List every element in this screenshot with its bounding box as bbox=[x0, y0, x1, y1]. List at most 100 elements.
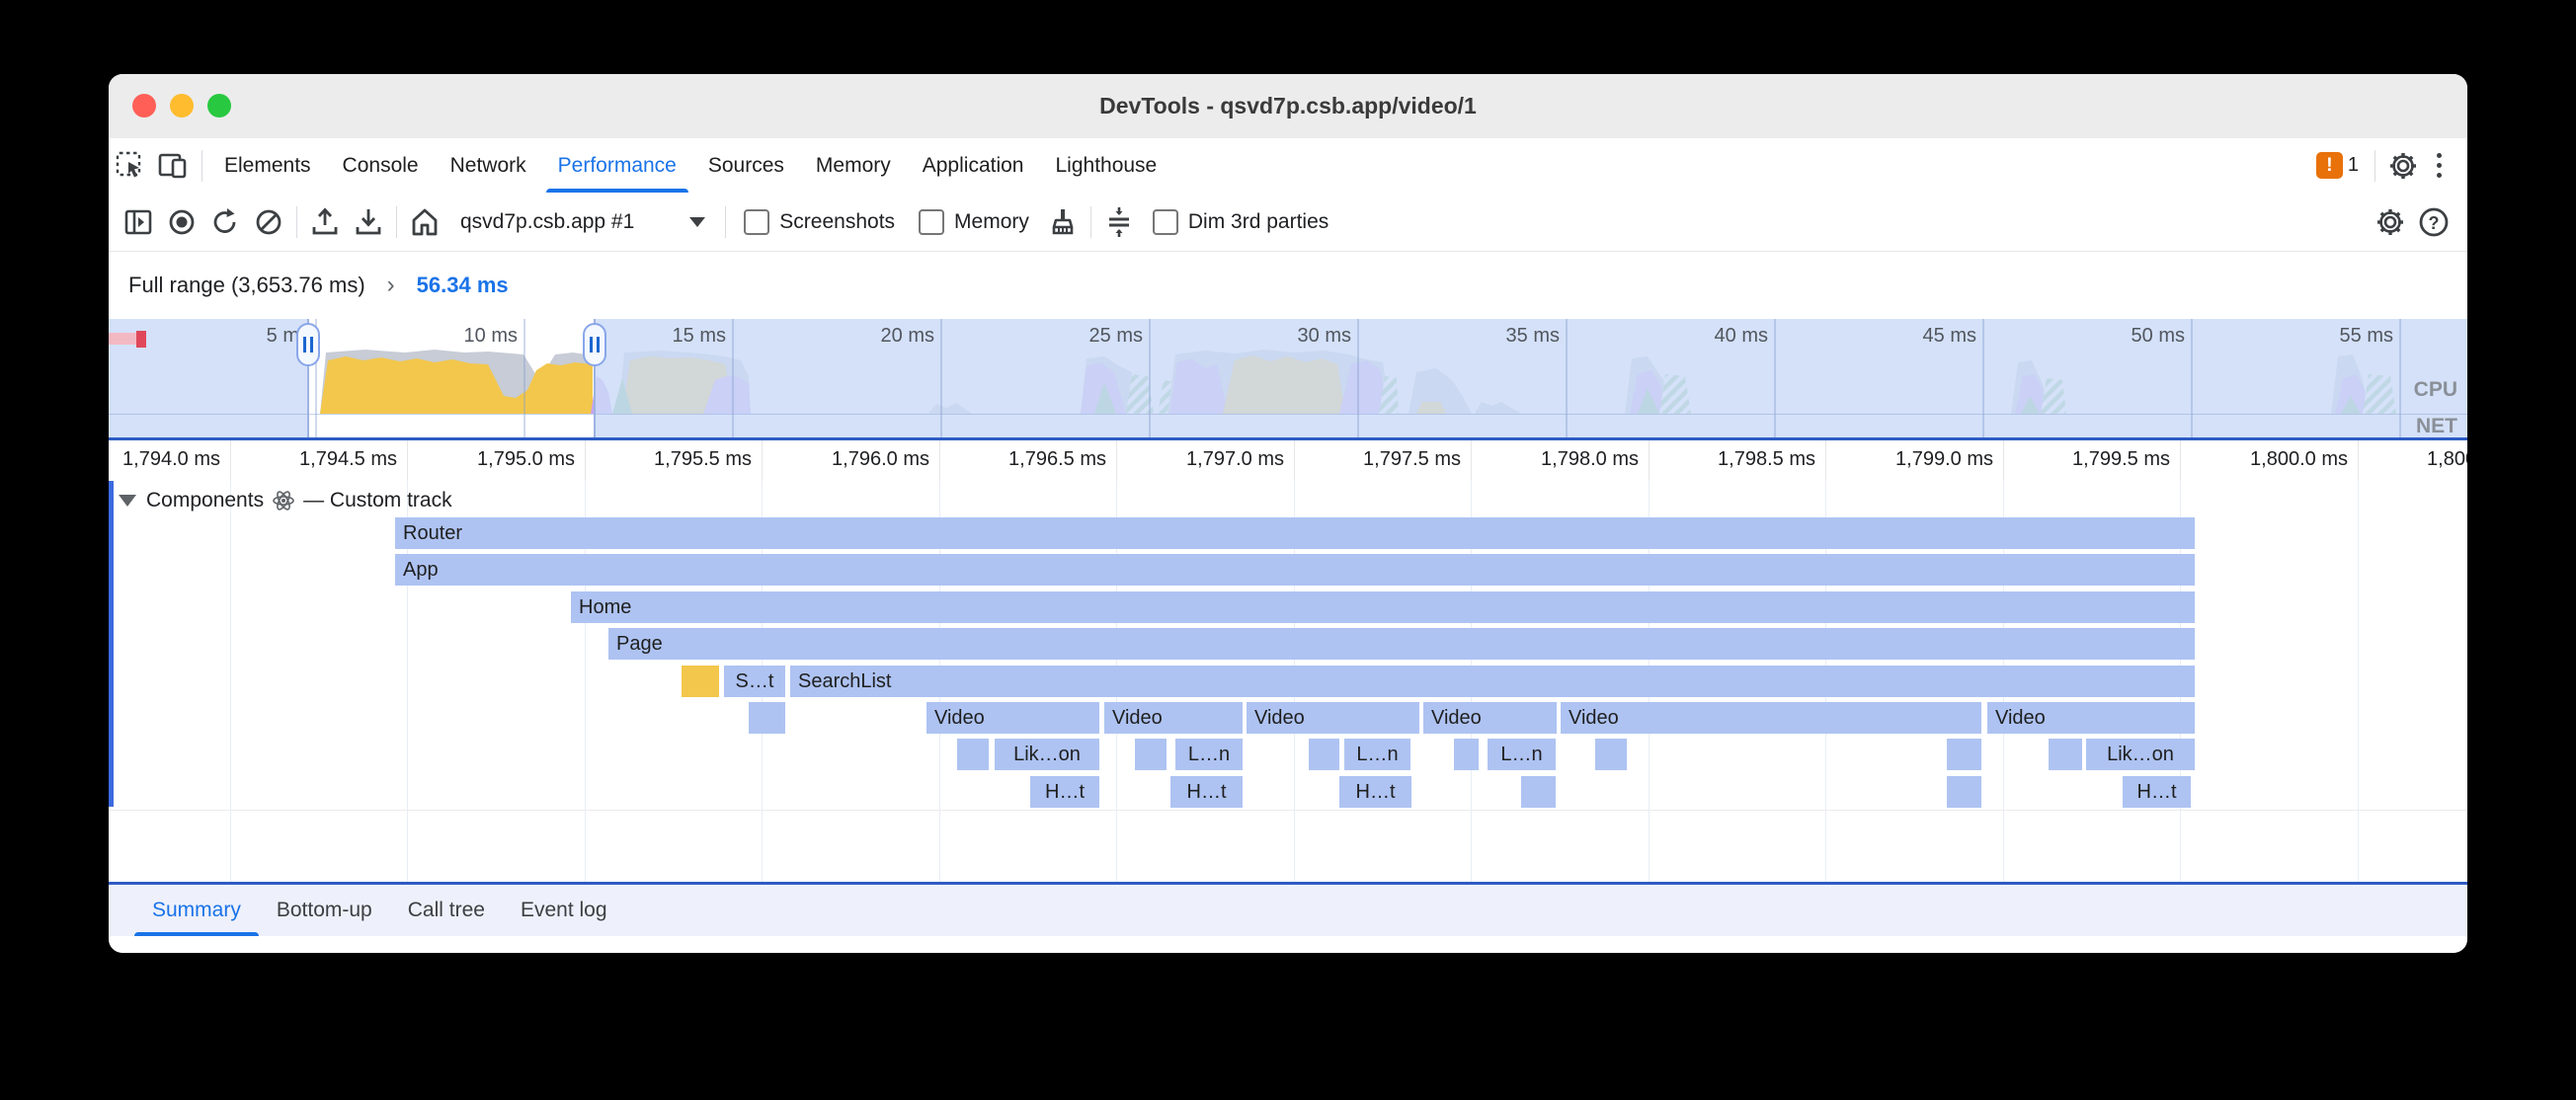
dim-3rd-parties-checkbox[interactable]: Dim 3rd parties bbox=[1153, 209, 1328, 235]
record-icon bbox=[166, 206, 198, 238]
details-tab-call-tree[interactable]: Call tree bbox=[390, 885, 503, 936]
memory-label: Memory bbox=[954, 210, 1029, 234]
toggle-device-toolbar-button[interactable] bbox=[152, 144, 196, 188]
error-badge[interactable]: ! bbox=[2316, 152, 2343, 179]
window-titlebar: DevTools - qsvd7p.csb.app/video/1 bbox=[109, 74, 2467, 139]
flame-bar-router[interactable]: Router bbox=[395, 517, 2195, 549]
flame-bar[interactable] bbox=[2049, 739, 2082, 770]
collect-garbage-button[interactable] bbox=[1041, 200, 1085, 244]
breadcrumb-selected-range[interactable]: 56.34 ms bbox=[417, 273, 509, 298]
flame-bar[interactable] bbox=[1309, 739, 1339, 770]
flame-bar-video[interactable]: Video bbox=[1104, 702, 1243, 734]
flame-bar-video[interactable]: Video bbox=[1423, 702, 1557, 734]
tab-performance[interactable]: Performance bbox=[542, 138, 692, 193]
flame-bar-home[interactable]: Home bbox=[571, 591, 2195, 623]
track-name: Components bbox=[146, 489, 264, 512]
toggle-sidebar-button[interactable] bbox=[117, 200, 160, 244]
flame-bar-h-t[interactable]: H…t bbox=[1339, 776, 1411, 808]
error-count: 1 bbox=[2348, 154, 2359, 177]
inspect-icon bbox=[116, 151, 145, 181]
flame-bar-page[interactable]: Page bbox=[608, 628, 2195, 660]
details-tab-event-log[interactable]: Event log bbox=[503, 885, 625, 936]
clear-icon bbox=[253, 206, 284, 238]
flame-bar[interactable] bbox=[957, 739, 989, 770]
screenshots-checkbox[interactable]: Screenshots bbox=[744, 209, 895, 235]
tab-console[interactable]: Console bbox=[327, 138, 435, 193]
flame-bar-video[interactable]: Video bbox=[926, 702, 1099, 734]
flame-chart[interactable]: Components — Custom track Router App Home P… bbox=[109, 481, 2467, 882]
cpu-lane-label: CPU bbox=[2414, 378, 2457, 402]
save-profile-button[interactable] bbox=[347, 200, 390, 244]
help-button[interactable]: ? bbox=[2412, 200, 2455, 244]
device-toolbar-icon bbox=[158, 151, 190, 181]
flame-bar-video[interactable]: Video bbox=[1987, 702, 2195, 734]
flame-bar[interactable] bbox=[1454, 739, 1479, 770]
ruler-tick-label: 1,797.5 ms bbox=[1283, 448, 1461, 471]
flame-bar-app[interactable]: App bbox=[395, 554, 2195, 586]
details-tab-summary[interactable]: Summary bbox=[134, 885, 259, 936]
tab-network[interactable]: Network bbox=[435, 138, 542, 193]
flame-bar-l-n[interactable]: L…n bbox=[1175, 739, 1243, 770]
details-pane: SummaryBottom-upCall treeEvent log bbox=[109, 885, 2467, 953]
clear-button[interactable] bbox=[247, 200, 290, 244]
ruler-tick-label: 1,796.5 ms bbox=[928, 448, 1106, 471]
desktop-background: DevTools - qsvd7p.csb.app/video/1 Elemen… bbox=[0, 0, 2576, 1100]
target-label: qsvd7p.csb.app #1 bbox=[460, 210, 634, 234]
target-selector[interactable]: qsvd7p.csb.app #1 bbox=[446, 210, 719, 234]
track-header[interactable]: Components — Custom track bbox=[119, 489, 452, 512]
flame-bar-l-n[interactable]: L…n bbox=[1344, 739, 1410, 770]
flame-bar-lik-on[interactable]: Lik…on bbox=[2086, 739, 2195, 770]
window-title: DevTools - qsvd7p.csb.app/video/1 bbox=[109, 74, 2467, 138]
ruler-tick-label: 1,798.0 ms bbox=[1461, 448, 1639, 471]
home-icon bbox=[409, 206, 441, 238]
capture-settings-button[interactable] bbox=[2369, 200, 2412, 244]
overview-gridline bbox=[1982, 319, 1984, 437]
overview-tick-label: 5 ms bbox=[161, 325, 309, 348]
selection-handle-left[interactable] bbox=[296, 323, 320, 366]
overview-tick-label: 30 ms bbox=[1203, 325, 1351, 348]
flame-bar[interactable] bbox=[682, 666, 719, 697]
sidebar-panel-icon bbox=[123, 207, 153, 237]
tab-application[interactable]: Application bbox=[907, 138, 1040, 193]
selection-handle-right[interactable] bbox=[583, 323, 606, 366]
breadcrumb-full-range[interactable]: Full range (3,653.76 ms) bbox=[128, 273, 365, 298]
record-button[interactable] bbox=[160, 200, 203, 244]
more-options-button[interactable] bbox=[2425, 153, 2454, 178]
flame-bar[interactable] bbox=[749, 702, 785, 734]
settings-button[interactable] bbox=[2381, 144, 2425, 188]
flame-bar-h-t[interactable]: H…t bbox=[2123, 776, 2191, 808]
flame-bar[interactable] bbox=[1947, 776, 1981, 808]
devtools-window: DevTools - qsvd7p.csb.app/video/1 Elemen… bbox=[109, 74, 2467, 953]
flame-bar[interactable] bbox=[1135, 739, 1167, 770]
flame-bar-video[interactable]: Video bbox=[1247, 702, 1419, 734]
flame-bar-l-n[interactable]: L…n bbox=[1488, 739, 1556, 770]
svg-text:?: ? bbox=[2429, 213, 2440, 233]
dim-3rd-parties-label: Dim 3rd parties bbox=[1188, 210, 1328, 234]
flame-bar-h-t[interactable]: H…t bbox=[1170, 776, 1243, 808]
load-profile-button[interactable] bbox=[303, 200, 347, 244]
overview-gridline bbox=[523, 319, 525, 437]
flame-bar-s-t[interactable]: S…t bbox=[724, 666, 785, 697]
toolbar-right: ? bbox=[2369, 200, 2467, 244]
tab-elements[interactable]: Elements bbox=[208, 138, 327, 193]
tab-memory[interactable]: Memory bbox=[800, 138, 907, 193]
details-tab-bottom-up[interactable]: Bottom-up bbox=[259, 885, 390, 936]
inspect-element-button[interactable] bbox=[109, 144, 152, 188]
flame-bar[interactable] bbox=[1947, 739, 1981, 770]
flame-bar-h-t[interactable]: H…t bbox=[1030, 776, 1099, 808]
gear-icon bbox=[2387, 150, 2419, 182]
home-button[interactable] bbox=[403, 200, 446, 244]
tab-sources[interactable]: Sources bbox=[692, 138, 800, 193]
checkbox-icon bbox=[1153, 209, 1178, 235]
record-and-reload-button[interactable] bbox=[203, 200, 247, 244]
flame-bar-video[interactable]: Video bbox=[1561, 702, 1981, 734]
tab-lighthouse[interactable]: Lighthouse bbox=[1039, 138, 1172, 193]
shrink-tracks-button[interactable] bbox=[1097, 200, 1141, 244]
timeline-overview[interactable]: 5 ms10 ms15 ms20 ms25 ms30 ms35 ms40 ms4… bbox=[109, 319, 2467, 437]
flame-bar-lik-on[interactable]: Lik…on bbox=[995, 739, 1099, 770]
flame-bar-searchlist[interactable]: SearchList bbox=[790, 666, 2195, 697]
flame-bar[interactable] bbox=[1521, 776, 1556, 808]
reload-icon bbox=[209, 206, 241, 238]
flame-bar[interactable] bbox=[1595, 739, 1627, 770]
memory-checkbox[interactable]: Memory bbox=[919, 209, 1029, 235]
